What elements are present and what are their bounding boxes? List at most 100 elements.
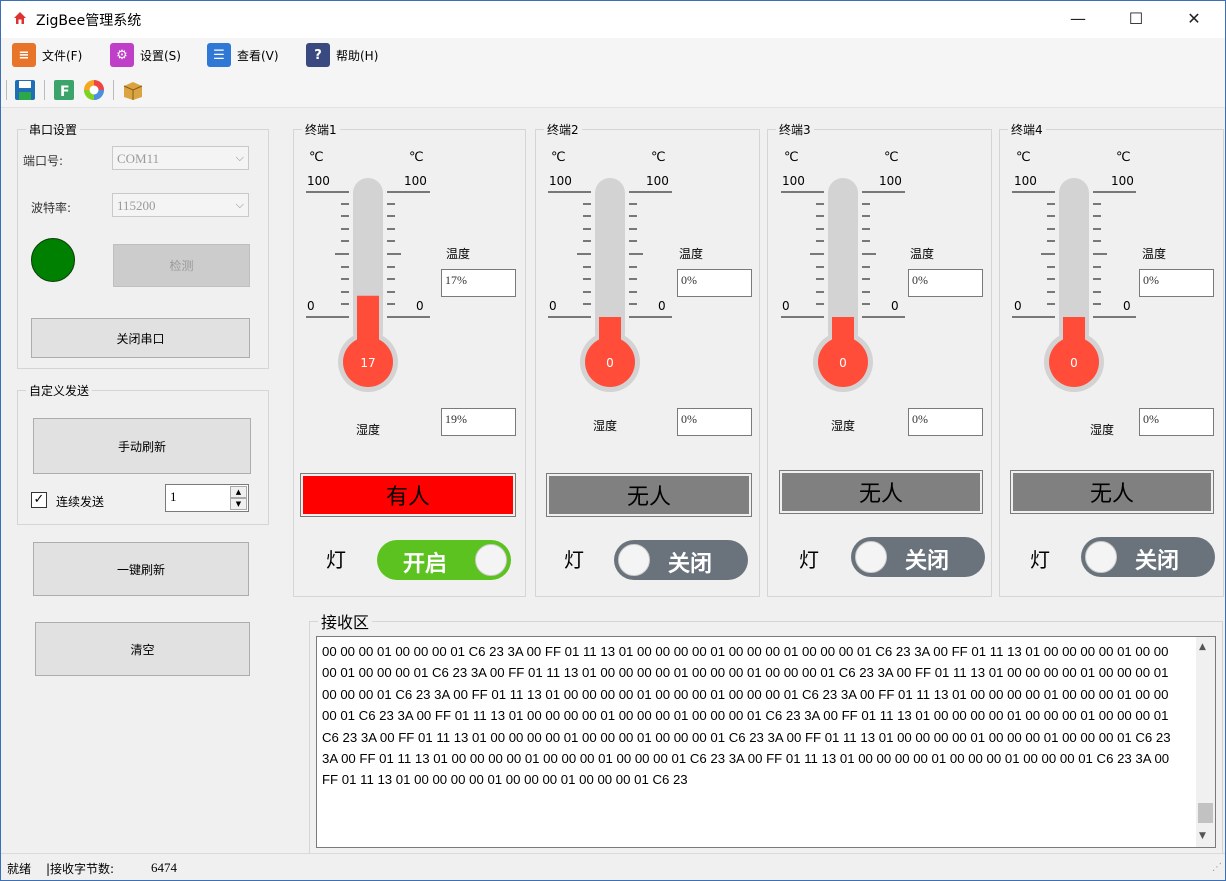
maximize-button[interactable]: ☐ — [1107, 0, 1165, 38]
baud-select[interactable]: 115200 ⌵ — [112, 193, 249, 217]
toggle-knob — [1085, 541, 1117, 573]
continuous-label: 连续发送 — [56, 495, 105, 509]
menu-help[interactable]: ? 帮助(H) — [306, 42, 378, 68]
status-indicator — [31, 238, 75, 282]
temp-value-field[interactable]: 0% — [677, 269, 752, 297]
thermometer: 0 — [1012, 178, 1136, 392]
chevron-down-icon: ⌵ — [235, 198, 244, 211]
receive-text: 00 00 00 01 00 00 00 01 C6 23 3A 00 FF 0… — [322, 644, 1171, 788]
menu-bar: ≡ 文件(F) ⚙ 设置(S) ☰ 查看(V) ? 帮助(H) — [0, 38, 1226, 72]
light-label: 灯 — [564, 548, 584, 572]
temp-label: 温度 — [679, 247, 704, 261]
continuous-checkbox[interactable]: ✓ — [31, 492, 47, 508]
humidity-value-field[interactable]: 0% — [908, 408, 983, 436]
one-key-refresh-button[interactable]: 一键刷新 — [33, 542, 249, 596]
scroll-up-icon[interactable]: ▲ — [1199, 642, 1206, 652]
terminal-4-title: 终端4 — [1011, 123, 1043, 137]
temp-unit-right: ℃ — [1116, 150, 1131, 165]
temp-value-field[interactable]: 0% — [908, 269, 983, 297]
minimize-button[interactable]: — — [1049, 0, 1107, 38]
save-icon[interactable] — [13, 78, 37, 102]
presence-text: 无人 — [626, 485, 671, 510]
toolbar-grip — [6, 80, 7, 100]
light-toggle[interactable]: 关闭 — [1081, 537, 1215, 577]
humidity-value-field[interactable]: 19% — [441, 408, 516, 436]
humidity-label: 湿度 — [831, 419, 856, 433]
menu-settings-label: 设置(S) — [140, 48, 181, 63]
close-button[interactable]: ✕ — [1165, 0, 1223, 38]
presence-status: 无人 — [546, 473, 752, 517]
temp-unit-left: ℃ — [1016, 150, 1031, 165]
toggle-knob — [475, 544, 507, 576]
title-bar: ZigBee管理系统 — ☐ ✕ — [0, 0, 1226, 38]
interval-stepper[interactable]: 1 ▲ ▼ — [165, 484, 249, 512]
help-icon: ? — [306, 43, 330, 67]
temp-value-field[interactable]: 17% — [441, 269, 516, 297]
humidity-label: 湿度 — [356, 423, 381, 437]
port-label: 端口号: — [23, 154, 64, 168]
clear-button[interactable]: 清空 — [35, 622, 250, 676]
terminal-2-title: 终端2 — [547, 123, 579, 137]
menu-help-label: 帮助(H) — [336, 48, 379, 63]
light-toggle[interactable]: 关闭 — [851, 537, 985, 577]
temp-unit-right: ℃ — [884, 150, 899, 165]
file-icon: ≡ — [12, 43, 36, 67]
vertical-scrollbar[interactable]: ▲ ▼ — [1196, 637, 1215, 847]
humidity-label: 湿度 — [593, 419, 618, 433]
window-title: ZigBee管理系统 — [36, 13, 142, 29]
toolbar-separator — [113, 80, 114, 100]
thermometer: 17 — [306, 178, 430, 392]
light-toggle[interactable]: 开启 — [377, 540, 511, 580]
temp-unit-left: ℃ — [309, 150, 324, 165]
list-icon: ☰ — [207, 43, 231, 67]
light-label: 灯 — [1030, 548, 1050, 572]
manual-refresh-button[interactable]: 手动刷新 — [33, 418, 251, 474]
interval-value: 1 — [170, 489, 177, 504]
humidity-value-field[interactable]: 0% — [677, 408, 752, 436]
toolbar: F — [0, 72, 1226, 108]
presence-text: 无人 — [858, 482, 903, 507]
status-bar: 就绪 |接收字节数: 6474 ⋰ — [0, 853, 1226, 881]
presence-text: 有人 — [385, 485, 430, 510]
menu-view[interactable]: ☰ 查看(V) — [207, 42, 279, 68]
light-label: 灯 — [799, 548, 819, 572]
temp-value-field[interactable]: 0% — [1139, 269, 1214, 297]
toggle-label: 开启 — [403, 552, 448, 577]
toolbar-separator — [44, 80, 45, 100]
menu-file-label: 文件(F) — [42, 48, 83, 63]
chevron-down-icon: ⌵ — [235, 151, 244, 164]
menu-file[interactable]: ≡ 文件(F) — [12, 42, 82, 68]
temp-unit-left: ℃ — [551, 150, 566, 165]
baud-value: 115200 — [117, 198, 156, 213]
temp-unit-right: ℃ — [409, 150, 424, 165]
menu-view-label: 查看(V) — [237, 48, 279, 63]
temp-label: 温度 — [910, 247, 935, 261]
receive-textarea[interactable]: 00 00 00 01 00 00 00 01 C6 23 3A 00 FF 0… — [316, 636, 1216, 848]
presence-text: 无人 — [1089, 482, 1134, 507]
color-wheel-icon[interactable] — [82, 78, 106, 102]
resize-grip-icon[interactable]: ⋰ — [1212, 862, 1222, 873]
toggle-knob — [855, 541, 887, 573]
f-icon[interactable]: F — [52, 78, 76, 102]
light-toggle[interactable]: 关闭 — [614, 540, 748, 580]
status-ready: 就绪 — [7, 862, 32, 876]
thermometer: 0 — [781, 178, 905, 392]
baud-label: 波特率: — [31, 201, 72, 215]
stepper-up-icon[interactable]: ▲ — [230, 486, 247, 498]
light-label: 灯 — [326, 548, 346, 572]
custom-send-legend: 自定义发送 — [29, 384, 90, 398]
terminal-3-title: 终端3 — [779, 123, 811, 137]
humidity-value-field[interactable]: 0% — [1139, 408, 1214, 436]
receive-legend: 接收区 — [321, 613, 370, 632]
scroll-down-icon[interactable]: ▼ — [1199, 831, 1206, 841]
close-port-button[interactable]: 关闭串口 — [31, 318, 250, 358]
svg-text:F: F — [60, 84, 70, 100]
stepper-down-icon[interactable]: ▼ — [230, 498, 247, 510]
port-select[interactable]: COM11 ⌵ — [112, 146, 249, 170]
detect-button[interactable]: 检测 — [113, 244, 250, 287]
port-value: COM11 — [117, 151, 160, 166]
scroll-thumb[interactable] — [1198, 803, 1213, 823]
presence-status: 无人 — [1010, 470, 1214, 514]
package-icon[interactable] — [121, 78, 145, 102]
menu-settings[interactable]: ⚙ 设置(S) — [110, 42, 181, 68]
